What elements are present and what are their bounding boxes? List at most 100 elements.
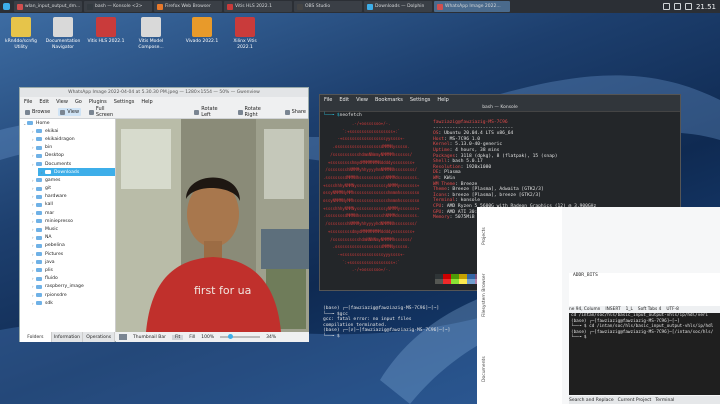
- menu-item[interactable]: Settings: [410, 97, 431, 103]
- zoom-slider[interactable]: [220, 334, 261, 339]
- menu-item[interactable]: Go: [75, 99, 82, 105]
- task-button[interactable]: OBS Studio: [294, 1, 362, 12]
- konsole-tab[interactable]: bash — Konsole: [320, 104, 680, 112]
- zoom-level[interactable]: 34%: [266, 335, 276, 340]
- clipboard-icon[interactable]: [662, 3, 670, 10]
- desktop-icon[interactable]: Xilinx Vitis 2022.1: [225, 17, 265, 50]
- menu-item[interactable]: Edit: [339, 97, 349, 103]
- zoom-100-button[interactable]: 100%: [201, 335, 214, 340]
- menu-item[interactable]: File: [324, 97, 332, 103]
- thumbnail-bar-icon: [119, 334, 127, 340]
- tree-item[interactable]: › git: [20, 185, 115, 193]
- clock[interactable]: 21.51: [696, 3, 716, 11]
- status-item[interactable]: UTF-8: [666, 307, 679, 312]
- task-button[interactable]: WhatsApp Image 2022...: [434, 1, 510, 12]
- sidebar-tab[interactable]: Folders: [20, 332, 52, 342]
- tree-item[interactable]: › Music: [20, 225, 115, 233]
- tree-item[interactable]: › Pictures: [20, 250, 115, 258]
- network-icon[interactable]: [673, 3, 681, 10]
- fullscreen-button[interactable]: Full Screen: [87, 105, 124, 119]
- tree-item-label: rpionsdre: [45, 292, 67, 298]
- info-key: Icons: [433, 192, 447, 198]
- menu-item[interactable]: Plugins: [89, 99, 107, 105]
- fill-button[interactable]: Fill: [189, 335, 195, 340]
- tree-item[interactable]: › hardware: [20, 193, 115, 201]
- info-value: breeze [Plasma], breeze [GTK2/3]: [452, 192, 541, 198]
- tree-item[interactable]: › plis: [20, 266, 115, 274]
- side-tab[interactable]: Filesystem Browser: [482, 247, 488, 317]
- status-item[interactable]: 1_L: [626, 307, 633, 312]
- menu-item[interactable]: Edit: [39, 99, 49, 105]
- menu-item[interactable]: View: [356, 97, 368, 103]
- menu-item[interactable]: Settings: [114, 99, 135, 105]
- menu-item[interactable]: Help: [437, 97, 448, 103]
- folder-icon: [36, 211, 42, 216]
- tree-item[interactable]: › ekikai: [20, 127, 115, 135]
- embedded-terminal[interactable]: cd /intan/soc/hls/basic_input_output-vhl…: [569, 313, 720, 395]
- tree-item[interactable]: › bin: [20, 144, 115, 152]
- tree-item[interactable]: › Downloads: [38, 168, 115, 177]
- task-button[interactable]: wlan_input_output_dm...: [14, 1, 82, 12]
- desktop-icon[interactable]: Vitis HLS 2022.1: [86, 17, 126, 45]
- status-item[interactable]: Soft Tabs 4: [638, 307, 661, 312]
- task-button[interactable]: Vitis HLS 2022.1: [224, 1, 292, 12]
- tree-item-label: git: [45, 186, 51, 192]
- share-button[interactable]: Share: [283, 108, 308, 116]
- fit-button[interactable]: Fit: [171, 334, 184, 340]
- gwenview-titlebar[interactable]: WhatsApp Image 2022-04-04 at 5.30.30 PM.…: [20, 88, 308, 97]
- bottom-tab[interactable]: Terminal: [655, 398, 674, 403]
- tree-item[interactable]: › Documents: [20, 160, 115, 168]
- tree-item-label: raspberry_image: [45, 284, 84, 290]
- tree-item[interactable]: › miniepresso: [20, 217, 115, 225]
- browse-button[interactable]: Browse: [23, 108, 52, 116]
- application-launcher[interactable]: [0, 0, 12, 13]
- zoom-slider-handle[interactable]: [228, 334, 234, 339]
- sidebar-tab[interactable]: Operations: [83, 332, 116, 342]
- terminal-output[interactable]: (base) ┌─[fawziazig@fawziazig-MS-7C96]─[…: [323, 306, 450, 340]
- tree-item[interactable]: › Desktop: [20, 152, 115, 160]
- tree-item[interactable]: › sdk: [20, 299, 115, 307]
- rotate-left-icon: [194, 109, 200, 115]
- status-item[interactable]: INSERT: [605, 307, 620, 312]
- info-key: WM Theme: [433, 181, 456, 187]
- view-button[interactable]: View: [58, 108, 82, 116]
- ascii-line: .-/+oossssoo+/-.: [323, 267, 391, 273]
- side-tab[interactable]: Projects: [482, 215, 488, 245]
- desktop-icon[interactable]: Documentation Navigator: [43, 17, 83, 50]
- menu-item[interactable]: Help: [141, 99, 152, 105]
- tree-item-label: Music: [45, 227, 59, 233]
- volume-icon[interactable]: [684, 3, 692, 10]
- menu-item[interactable]: Bookmarks: [375, 97, 403, 103]
- desktop-icon[interactable]: kRn4do/scnfig Utility: [1, 17, 41, 50]
- status-item[interactable]: ne 94, Column: [569, 307, 600, 312]
- sidebar-tab[interactable]: Information: [52, 332, 84, 342]
- thumbnail-bar-button[interactable]: Thumbnail Bar: [133, 335, 166, 340]
- tree-item[interactable]: › games: [20, 176, 115, 184]
- desktop-icon[interactable]: Vivado 2022.1: [182, 17, 222, 45]
- tree-item[interactable]: › raspberry_image: [20, 283, 115, 291]
- task-label: Vitis HLS 2022.1: [235, 4, 272, 9]
- tree-item-label: Documents: [45, 161, 72, 167]
- tree-item[interactable]: › rpionsdre: [20, 291, 115, 299]
- image-view[interactable]: first for ua: [116, 119, 309, 332]
- terminal-line: (base) ┌─[fawziazig@fawziazig-MS-7C96]─[…: [323, 306, 440, 311]
- rotate-left-button[interactable]: Rotate Left: [192, 105, 229, 119]
- desktop-icon[interactable]: Vitis Model Compose...: [131, 17, 171, 50]
- task-button[interactable]: bash — Konsole <2>: [84, 1, 152, 12]
- bottom-tab[interactable]: Search and Replace: [569, 398, 614, 403]
- rotate-right-button[interactable]: Rotate Right: [236, 105, 277, 119]
- tree-item[interactable]: › kall: [20, 201, 115, 209]
- side-tab[interactable]: Documents: [482, 322, 488, 382]
- task-button[interactable]: Downloads — Dolphin: [364, 1, 432, 12]
- tree-item[interactable]: › fluido: [20, 275, 115, 283]
- tree-item[interactable]: › java: [20, 258, 115, 266]
- tree-item[interactable]: ⌄ Home: [20, 119, 115, 127]
- bottom-tab[interactable]: Current Project: [618, 398, 652, 403]
- task-button[interactable]: Firefox Web Browser: [154, 1, 222, 12]
- tree-item[interactable]: › NA: [20, 234, 115, 242]
- tree-item[interactable]: › pebelina: [20, 242, 115, 250]
- menu-item[interactable]: File: [24, 99, 32, 105]
- menu-item[interactable]: View: [56, 99, 68, 105]
- tree-item[interactable]: › ekikaidragon: [20, 135, 115, 143]
- tree-item[interactable]: › mar: [20, 209, 115, 217]
